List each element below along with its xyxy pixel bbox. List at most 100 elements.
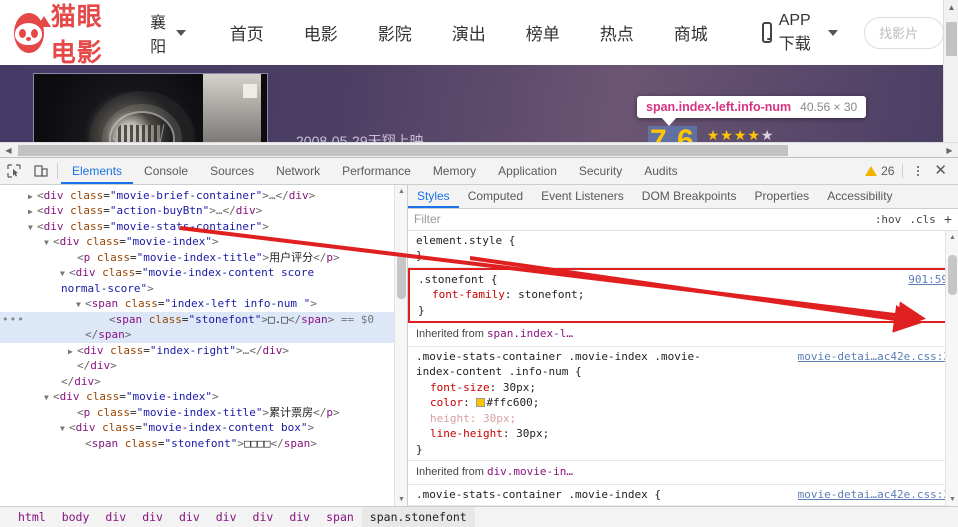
breadcrumb-item[interactable]: div (171, 507, 208, 527)
nav-item-6[interactable]: 商城 (654, 20, 728, 45)
nav-item-3[interactable]: 演出 (432, 20, 506, 45)
breadcrumb-item[interactable]: span.stonefont (361, 506, 475, 527)
nav-item-2[interactable]: 影院 (358, 20, 432, 45)
dom-node-line[interactable]: </div> (0, 374, 407, 390)
expand-triangle-icon[interactable]: ▼ (44, 390, 53, 406)
breadcrumb-item[interactable]: div (281, 507, 318, 527)
tab-accessibility[interactable]: Accessibility (818, 185, 901, 208)
dom-node-line[interactable]: ▼ <div class="movie-stats-container"> (0, 219, 407, 235)
tab-application[interactable]: Application (487, 158, 568, 184)
scroll-right-icon[interactable]: ▶ (942, 143, 957, 157)
dom-node-line[interactable]: ▼ <span class="index-left info-num "> (0, 296, 407, 312)
styles-scrollbar[interactable]: ▲ ▼ (945, 230, 958, 506)
tab-memory[interactable]: Memory (422, 158, 487, 184)
dom-node-line[interactable]: ▶ <div class="index-right">…</div> (0, 343, 407, 359)
dom-node-line[interactable]: ▼ <div class="movie-index"> (0, 234, 407, 250)
property-name[interactable]: color (416, 396, 463, 409)
more-options-icon[interactable] (911, 165, 925, 176)
property-name[interactable]: font-family (418, 288, 505, 301)
property-value[interactable]: stonefont; (518, 288, 584, 301)
expand-triangle-icon[interactable]: ▼ (44, 235, 53, 251)
tab-dom-breakpoints[interactable]: DOM Breakpoints (633, 185, 746, 208)
rule-info-num[interactable]: movie-detai…ac42e.css:3 .movie-stats-con… (408, 347, 958, 461)
tab-network[interactable]: Network (265, 158, 331, 184)
rule-movie-index[interactable]: movie-detai…ac42e.css:3 .movie-stats-con… (408, 485, 958, 506)
nav-item-0[interactable]: 首页 (210, 20, 284, 45)
dom-node-line[interactable]: <p class="movie-index-title">用户评分</p> (0, 250, 407, 266)
expand-triangle-icon[interactable]: ▼ (76, 297, 85, 313)
expand-triangle-icon[interactable]: ▼ (28, 220, 37, 236)
close-devtools-icon[interactable]: ✕ (931, 163, 950, 178)
tab-security[interactable]: Security (568, 158, 633, 184)
dom-node-line[interactable]: </div> (0, 358, 407, 374)
property-value[interactable]: 30px; (503, 381, 536, 394)
collapse-triangle-icon[interactable]: ▶ (28, 189, 37, 205)
page-horizontal-scrollbar[interactable]: ◀ ▶ (0, 141, 958, 157)
dom-ellipsis-icon[interactable]: ••• (2, 312, 25, 328)
collapse-triangle-icon[interactable]: ▶ (68, 344, 77, 360)
rule-element-style[interactable]: element.style { } (408, 231, 958, 268)
scroll-up-icon[interactable]: ▲ (944, 0, 958, 15)
dom-node-line[interactable]: ▶ <div class="action-buyBtn">…</div> (0, 203, 407, 219)
tab-audits[interactable]: Audits (633, 158, 688, 184)
tab-sources[interactable]: Sources (199, 158, 265, 184)
styles-filter-input[interactable]: Filter (414, 212, 867, 226)
property-value[interactable]: #ffc600; (486, 396, 539, 409)
dom-tree-pane[interactable]: ▶ <div class="movie-brief-container">…</d… (0, 184, 408, 506)
inherit-selector[interactable]: span.index-l… (487, 327, 573, 340)
scroll-down-icon[interactable]: ▼ (946, 493, 958, 505)
scrollbar-thumb[interactable] (18, 144, 788, 156)
dom-node-line[interactable]: </span> (0, 327, 407, 343)
warning-count-badge[interactable]: 26 (865, 164, 894, 178)
dom-node-line[interactable]: normal-score"> (0, 281, 407, 297)
dom-node-line[interactable]: ▼ <div class="movie-index-content box"> (0, 420, 407, 436)
breadcrumb-item[interactable]: html (10, 507, 54, 527)
scroll-down-icon[interactable]: ▼ (395, 493, 407, 505)
collapse-triangle-icon[interactable]: ▶ (28, 204, 37, 220)
search-input[interactable]: 找影片 (864, 16, 944, 49)
property-name[interactable]: font-size (416, 381, 490, 394)
color-swatch[interactable] (476, 398, 486, 407)
tab-console[interactable]: Console (133, 158, 199, 184)
scroll-up-icon[interactable]: ▲ (946, 232, 958, 244)
dom-node-line[interactable]: ▼ <div class="movie-index-content score (0, 265, 407, 281)
tab-computed[interactable]: Computed (459, 185, 532, 208)
hov-toggle[interactable]: :hov (875, 213, 902, 226)
expand-triangle-icon[interactable]: ▼ (60, 421, 69, 437)
site-logo[interactable]: 猫眼电影 (14, 0, 128, 69)
nav-item-4[interactable]: 榜单 (506, 20, 580, 45)
styles-rules-list[interactable]: element.style { } 901:59 .stonefont { fo… (408, 231, 958, 506)
dom-node-line[interactable]: <span class="stonefont">□□□□</span> (0, 436, 407, 452)
scroll-up-icon[interactable]: ▲ (395, 186, 407, 198)
breadcrumb-item[interactable]: div (134, 507, 171, 527)
declaration[interactable]: line-height: 30px; (416, 426, 950, 442)
breadcrumb-item[interactable]: span (318, 507, 362, 527)
tab-event-listeners[interactable]: Event Listeners (532, 185, 633, 208)
nav-item-5[interactable]: 热点 (580, 20, 654, 45)
property-value[interactable]: 30px; (516, 427, 549, 440)
inherit-selector[interactable]: div.movie-in… (487, 465, 573, 478)
property-name[interactable]: line-height (416, 427, 503, 440)
app-download-button[interactable]: APP下载 (761, 12, 839, 54)
scrollbar-thumb[interactable] (946, 22, 957, 56)
breadcrumb-item[interactable]: body (54, 507, 98, 527)
rule-source-link[interactable]: movie-detai…ac42e.css:3 (798, 349, 950, 365)
property-name[interactable]: height (416, 412, 470, 425)
scroll-left-icon[interactable]: ◀ (1, 143, 16, 157)
dom-node-line[interactable]: <span class="stonefont">□.□</span> == $0 (0, 311, 407, 327)
declaration[interactable]: font-family: stonefont; (418, 287, 948, 303)
inspect-element-icon[interactable] (0, 158, 27, 184)
device-toolbar-icon[interactable] (27, 158, 54, 184)
scrollbar-thumb[interactable] (948, 254, 957, 295)
tab-properties[interactable]: Properties (745, 185, 818, 208)
rule-source-link[interactable]: 901:59 (908, 272, 948, 288)
rule-source-link[interactable]: movie-detai…ac42e.css:3 (798, 487, 950, 503)
breadcrumb-item[interactable]: div (208, 507, 245, 527)
declaration[interactable]: height: 30px; (416, 411, 950, 427)
new-style-rule-button[interactable]: + (944, 211, 952, 227)
dom-tree[interactable]: ▶ <div class="movie-brief-container">…</d… (0, 185, 407, 452)
declaration[interactable]: font-size: 30px; (416, 380, 950, 396)
nav-item-1[interactable]: 电影 (284, 20, 358, 45)
dom-node-line[interactable]: ▶ <div class="movie-brief-container">…</d… (0, 188, 407, 204)
scrollbar-thumb[interactable] (397, 254, 406, 299)
